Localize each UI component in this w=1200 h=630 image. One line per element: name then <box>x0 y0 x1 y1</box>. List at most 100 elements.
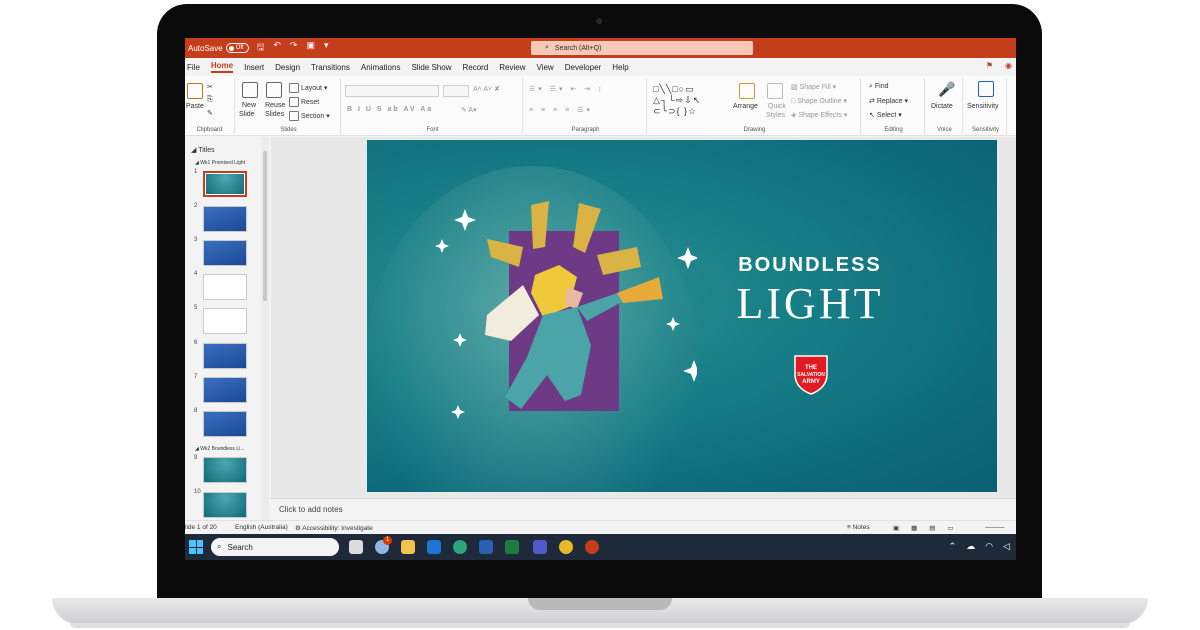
search-input[interactable]: ⌕ Search (Alt+Q) <box>531 41 753 55</box>
word-icon[interactable] <box>479 540 493 554</box>
paste-icon[interactable] <box>187 83 203 99</box>
customize-qat-icon[interactable]: ▾ <box>324 40 329 56</box>
quick-styles-label-1[interactable]: Quick <box>768 103 786 110</box>
present-icon[interactable]: ▣ <box>306 40 315 56</box>
cut-icon[interactable]: ✂ <box>207 83 213 91</box>
slide-thumbnail-9[interactable] <box>203 457 247 483</box>
dictate-button[interactable]: Dictate <box>931 103 953 110</box>
tab-file[interactable]: File <box>187 63 200 72</box>
notes-button[interactable]: ≡ Notes <box>847 524 870 531</box>
autosave-toggle[interactable]: Off <box>225 43 249 53</box>
tab-transitions[interactable]: Transitions <box>311 63 350 72</box>
replace-button[interactable]: ⇄ Replace ▾ <box>869 97 908 105</box>
slide-thumbnail-4[interactable] <box>203 274 247 300</box>
layout-button[interactable]: Layout ▾ <box>289 83 327 93</box>
shape-outline-button[interactable]: □ Shape Outline ▾ <box>791 97 847 105</box>
outlook-icon[interactable] <box>427 540 441 554</box>
microphone-icon[interactable]: 🎤 <box>938 81 955 98</box>
tab-help[interactable]: Help <box>612 63 628 72</box>
language-status[interactable]: English (Australia) <box>235 524 288 531</box>
slide-thumbnail-1[interactable] <box>203 171 247 197</box>
excel-icon[interactable] <box>505 540 519 554</box>
reuse-label-2[interactable]: Slides <box>265 111 284 118</box>
thumbnails-scrollbar[interactable] <box>261 137 269 520</box>
salvation-army-logo[interactable]: THE SALVATION ARMY <box>791 352 831 396</box>
slide-thumbnail-8[interactable] <box>203 411 247 437</box>
slide-thumbnail-5[interactable] <box>203 308 247 334</box>
wifi-icon[interactable]: ◠ <box>985 541 993 552</box>
find-button[interactable]: ⌕ Find <box>869 83 889 91</box>
align-buttons[interactable]: ≡ ≡ ≡ ≡ ☰▾ <box>529 106 593 114</box>
reuse-label-1[interactable]: Reuse <box>265 102 285 109</box>
quick-styles-label-2[interactable]: Styles <box>766 112 785 119</box>
powerpoint-icon[interactable] <box>585 540 599 554</box>
copy-icon[interactable]: ⎘ <box>207 96 213 104</box>
tab-view[interactable]: View <box>537 63 554 72</box>
new-slide-label-1[interactable]: New <box>242 102 256 109</box>
section-wk1[interactable]: ◢ Wk1 Promised Light <box>195 160 245 166</box>
tab-animations[interactable]: Animations <box>361 63 401 72</box>
chevron-up-icon[interactable]: ⌃ <box>949 541 957 552</box>
slide-canvas[interactable]: BOUNDLESS LIGHT THE SALVATION ARMY <box>367 140 997 492</box>
slide-thumbnail-2[interactable] <box>203 206 247 232</box>
font-size-input[interactable] <box>443 85 469 97</box>
format-painter-icon[interactable]: ✎ <box>207 109 213 117</box>
accessibility-status[interactable]: ⚙ Accessibility: Investigate <box>295 524 373 532</box>
redo-icon[interactable]: ↷ <box>290 40 298 56</box>
font-name-input[interactable] <box>345 85 439 97</box>
save-icon[interactable]: 🖫 <box>257 40 265 56</box>
scrollbar-thumb[interactable] <box>263 151 267 301</box>
select-button[interactable]: ↖ Select ▾ <box>869 111 902 119</box>
section-wk2[interactable]: ◢ Wk2 Boundless Li... <box>195 446 244 452</box>
angel-illustration[interactable] <box>427 195 697 435</box>
slide-thumbnail-6[interactable] <box>203 343 247 369</box>
slide-title-line-2[interactable]: LIGHT <box>705 278 915 329</box>
slide-thumbnail-7[interactable] <box>203 377 247 403</box>
notes-pane[interactable]: Click to add notes <box>271 498 1016 520</box>
taskbar-search[interactable]: ⌕ Search <box>211 538 339 556</box>
tab-insert[interactable]: Insert <box>244 63 264 72</box>
comments-icon[interactable]: ⚑ <box>986 61 993 70</box>
sensitivity-button[interactable]: Sensitivity <box>967 103 999 110</box>
new-slide-icon[interactable] <box>242 82 258 98</box>
paste-button[interactable]: Paste <box>186 103 204 110</box>
teams-icon[interactable] <box>533 540 547 554</box>
tab-slide-show[interactable]: Slide Show <box>411 63 451 72</box>
slide-title-line-1[interactable]: BOUNDLESS <box>705 254 915 277</box>
edge-icon[interactable] <box>453 540 467 554</box>
font-grow-shrink[interactable]: A˄ A˅ ✘ <box>473 85 500 93</box>
volume-icon[interactable]: ◁ <box>1003 541 1010 552</box>
section-button[interactable]: Section ▾ <box>289 111 330 121</box>
arrange-icon[interactable] <box>739 83 755 99</box>
font-color-icon[interactable]: ✎ A▾ <box>461 106 477 114</box>
shapes-gallery[interactable]: □╲╲□○▭ △┐└⇨⇩↖ ⊂╰⊃{ }☆ <box>653 84 731 120</box>
start-button[interactable] <box>189 540 203 554</box>
tab-design[interactable]: Design <box>275 63 300 72</box>
tab-record[interactable]: Record <box>462 63 488 72</box>
chrome-icon[interactable] <box>559 540 573 554</box>
onedrive-icon[interactable]: ☁ <box>966 541 975 552</box>
tab-home[interactable]: Home <box>210 61 234 73</box>
record-icon[interactable]: ◉ <box>1005 61 1012 70</box>
view-buttons[interactable]: ▣▦▤▭ <box>893 524 966 532</box>
reuse-slides-icon[interactable] <box>266 82 282 98</box>
zoom-slider[interactable]: ——— <box>985 524 1005 531</box>
section-titles[interactable]: ◢ Titles <box>191 146 215 154</box>
list-buttons[interactable]: ☰▾ ☰▾ ⇤ ⇥ ↕ <box>529 85 605 93</box>
reset-button[interactable]: Reset <box>289 97 319 107</box>
task-view-icon[interactable] <box>349 540 363 554</box>
file-explorer-icon[interactable] <box>401 540 415 554</box>
shape-fill-button[interactable]: ▧ Shape Fill ▾ <box>791 83 836 91</box>
arrange-button[interactable]: Arrange <box>733 103 758 110</box>
new-slide-label-2[interactable]: Slide <box>239 111 255 118</box>
quick-styles-icon[interactable] <box>767 83 783 99</box>
tab-developer[interactable]: Developer <box>565 63 601 72</box>
autosave[interactable]: AutoSave Off <box>188 43 249 53</box>
tab-review[interactable]: Review <box>499 63 525 72</box>
sensitivity-icon[interactable] <box>978 81 994 97</box>
undo-icon[interactable]: ↶ <box>273 40 281 56</box>
font-format-buttons[interactable]: B I U S ab AV Aa <box>347 106 433 113</box>
slide-thumbnail-10[interactable] <box>203 492 247 518</box>
shape-effects-button[interactable]: ◈ Shape Effects ▾ <box>791 111 847 119</box>
slide-thumbnail-3[interactable] <box>203 240 247 266</box>
